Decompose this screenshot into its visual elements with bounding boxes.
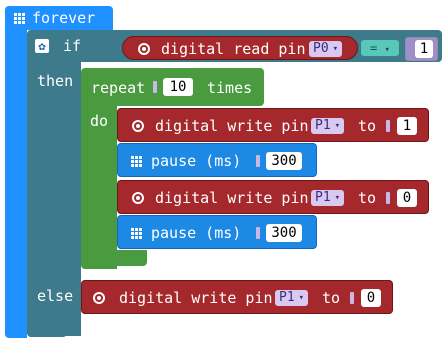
digital-write-block[interactable]: digital write pin P1 ▾ to 0 xyxy=(117,180,429,214)
pin-icon xyxy=(132,192,144,204)
digital-write-block[interactable]: digital write pin P1 ▾ to 1 xyxy=(117,108,429,142)
caret-down-icon: ▾ xyxy=(298,293,305,303)
grid-icon xyxy=(131,156,142,167)
pause-value[interactable]: 300 xyxy=(266,152,302,170)
times-label: times xyxy=(207,79,253,97)
digital-read-label: digital read pin xyxy=(161,40,306,58)
if-block-footer xyxy=(27,315,67,337)
write-pin-value: P1 xyxy=(315,118,331,133)
digital-write-label: digital write pin xyxy=(155,189,309,207)
connector-notch xyxy=(386,192,390,204)
digital-write-label: digital write pin xyxy=(155,117,309,135)
write-value[interactable]: 0 xyxy=(397,189,417,207)
pause-value[interactable]: 300 xyxy=(266,224,302,242)
gear-icon[interactable]: ✿ xyxy=(35,39,49,53)
digital-write-block[interactable]: digital write pin P1 ▾ to 0 xyxy=(81,280,393,314)
caret-down-icon: ▾ xyxy=(334,193,341,203)
compare-operator[interactable]: = ▾ xyxy=(361,40,399,56)
write-pin-dropdown[interactable]: P1 ▾ xyxy=(311,118,345,134)
digital-write-label: digital write pin xyxy=(119,289,273,307)
grid-icon xyxy=(131,228,142,239)
forever-block-header[interactable]: forever xyxy=(5,6,113,30)
write-value[interactable]: 1 xyxy=(397,117,417,135)
compare-value[interactable]: 1 xyxy=(415,40,433,58)
caret-down-icon: ▾ xyxy=(334,121,341,131)
to-label: to xyxy=(358,189,377,207)
connector-notch xyxy=(256,155,260,167)
if-label: if xyxy=(63,37,82,55)
grid-icon xyxy=(14,13,25,24)
write-pin-dropdown[interactable]: P1 ▾ xyxy=(275,290,309,306)
read-pin-dropdown[interactable]: P0 ▾ xyxy=(309,41,343,57)
repeat-label: repeat xyxy=(91,79,146,97)
write-value[interactable]: 0 xyxy=(361,289,381,307)
pin-icon xyxy=(132,120,144,132)
to-label: to xyxy=(322,289,341,307)
pin-icon xyxy=(138,43,150,55)
forever-block-arm xyxy=(5,28,27,338)
do-label: do xyxy=(90,112,109,130)
compare-value-slot[interactable]: 1 xyxy=(405,37,438,61)
repeat-block-header[interactable]: repeat 10 times xyxy=(81,68,264,106)
connector-notch xyxy=(350,292,354,304)
forever-label: forever xyxy=(32,9,96,27)
write-pin-dropdown[interactable]: P1 ▾ xyxy=(311,190,345,206)
caret-down-icon: ▾ xyxy=(332,44,339,54)
repeat-block-footer xyxy=(81,250,147,266)
else-label: else xyxy=(37,287,74,305)
read-pin-value: P0 xyxy=(313,41,329,56)
digital-read-pin-block[interactable]: digital read pin P0 ▾ xyxy=(122,36,358,60)
pause-label: pause (ms) xyxy=(151,152,242,170)
write-pin-value: P1 xyxy=(279,290,295,305)
operator-value: = xyxy=(370,41,378,55)
pin-icon xyxy=(93,292,105,304)
pause-label: pause (ms) xyxy=(151,224,242,242)
connector-notch xyxy=(386,120,390,132)
connector-notch xyxy=(153,81,157,93)
to-label: to xyxy=(358,117,377,135)
write-pin-value: P1 xyxy=(315,190,331,205)
repeat-count[interactable]: 10 xyxy=(163,78,193,96)
caret-down-icon: ▾ xyxy=(384,45,390,55)
pause-block[interactable]: pause (ms) 300 xyxy=(117,143,317,177)
then-label: then xyxy=(37,72,74,90)
connector-notch xyxy=(256,227,260,239)
pause-block[interactable]: pause (ms) 300 xyxy=(117,215,317,249)
